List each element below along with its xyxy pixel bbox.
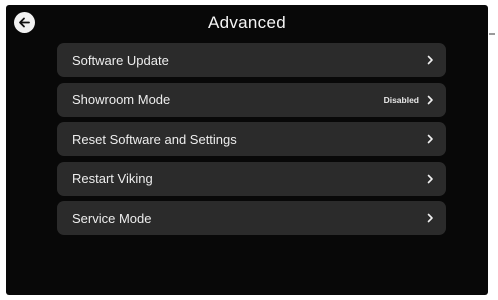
menu-item-showroom-mode[interactable]: Showroom Mode Disabled: [57, 82, 446, 117]
showroom-mode-status: Disabled: [383, 94, 419, 105]
chevron-right-icon: [427, 213, 434, 223]
menu-item-label: Restart Viking: [72, 171, 153, 186]
bezel-mark: [489, 33, 495, 35]
menu-item-restart-viking[interactable]: Restart Viking: [57, 161, 446, 196]
menu-item-software-update[interactable]: Software Update: [57, 43, 446, 77]
settings-menu: Software Update Showroom Mode Disabled R…: [57, 43, 446, 241]
menu-item-reset-software[interactable]: Reset Software and Settings: [57, 122, 446, 156]
menu-item-label: Showroom Mode: [72, 92, 171, 107]
menu-item-label: Service Mode: [72, 210, 152, 226]
screen: Advanced Software Update Showroom Mode D…: [6, 5, 488, 295]
chevron-right-icon: [427, 95, 434, 105]
menu-item-label: Reset Software and Settings: [72, 131, 237, 147]
menu-item-service-mode[interactable]: Service Mode: [57, 201, 446, 235]
page-title: Advanced: [207, 13, 286, 32]
menu-item-label: Software Update: [72, 52, 169, 68]
chevron-right-icon: [427, 134, 434, 144]
chevron-right-icon: [427, 174, 434, 184]
chevron-right-icon: [427, 55, 434, 65]
